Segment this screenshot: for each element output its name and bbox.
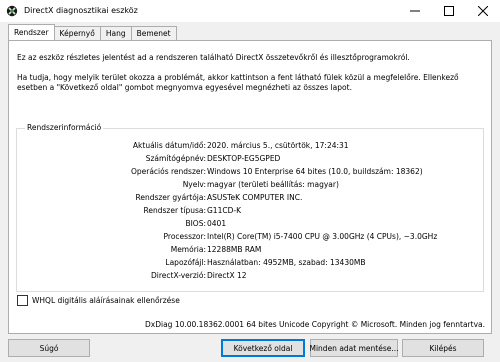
info-row: BIOS: 0401 [17, 219, 483, 229]
minimize-icon [410, 10, 420, 12]
whql-checkbox-row[interactable]: WHQL digitális aláírásainak ellenőrzése [17, 295, 180, 306]
title-bar: DirectX diagnosztikai eszköz [0, 0, 500, 22]
system-info-title: Rendszerinformáció [25, 123, 104, 132]
whql-checkbox[interactable] [17, 295, 28, 306]
directx-app-icon [6, 5, 18, 17]
help-button[interactable]: Súgó [8, 339, 90, 357]
info-row: Rendszer gyártója: ASUSTeK COMPUTER INC. [17, 193, 483, 203]
info-label: DirectX-verzió: [151, 271, 206, 280]
info-row: Processzor: Intel(R) Core(TM) i5-7400 CP… [17, 232, 483, 242]
info-row: DirectX-verzió: DirectX 12 [17, 271, 483, 281]
info-value: 12288MB RAM [207, 245, 262, 254]
info-value: Windows 10 Enterprise 64 bites (10.0, bu… [207, 167, 423, 176]
info-label: BIOS: [185, 219, 206, 228]
tab-rendszer[interactable]: Rendszer [8, 24, 55, 40]
close-icon [478, 6, 488, 16]
info-row: Számítógépnév: DESKTOP-EG5GPED [17, 154, 483, 164]
info-row: Operációs rendszer: Windows 10 Enterpris… [17, 167, 483, 177]
info-label: Rendszer gyártója: [135, 193, 206, 202]
instructions-text: Ha tudja, hogy melyik terület okozza a p… [17, 73, 459, 92]
tab-bemenet[interactable]: Bemenet [130, 26, 177, 40]
close-button[interactable] [466, 0, 500, 22]
info-label: Operációs rendszer: [130, 167, 206, 176]
info-label: Nyelv: [182, 180, 206, 189]
intro-text: Ez az eszköz részletes jelentést ad a re… [17, 53, 410, 62]
info-value: DirectX 12 [207, 271, 247, 280]
info-row: Lapozófájl: Használatban: 4952MB, szabad… [17, 258, 483, 268]
info-label: Számítógépnév: [145, 154, 206, 163]
exit-button[interactable]: Kilépés [402, 339, 484, 357]
maximize-icon [444, 6, 454, 16]
info-value: G11CD-K [207, 206, 241, 215]
info-label: Rendszer típusa: [143, 206, 207, 215]
whql-label: WHQL digitális aláírásainak ellenőrzése [32, 296, 180, 305]
info-row: Aktuális dátum/idő: 2020. március 5., cs… [17, 141, 483, 151]
system-info-group: Rendszerinformáció Aktuális dátum/idő: 2… [16, 123, 484, 292]
info-label: Processzor: [163, 232, 206, 241]
window-title: DirectX diagnosztikai eszköz [24, 6, 138, 15]
tab-hang[interactable]: Hang [99, 26, 132, 40]
copyright-text: DxDiag 10.00.18362.0001 64 bites Unicode… [145, 320, 485, 329]
info-row: Rendszer típusa: G11CD-K [17, 206, 483, 216]
info-value: DESKTOP-EG5GPED [207, 154, 281, 163]
info-row: Memória: 12288MB RAM [17, 245, 483, 255]
maximize-button[interactable] [432, 0, 466, 22]
info-label: Lapozófájl: [165, 258, 206, 267]
info-value: Intel(R) Core(TM) i5-7400 CPU @ 3.00GHz … [207, 232, 438, 241]
save-all-button[interactable]: Minden adat mentése... [310, 339, 399, 357]
info-value: 2020. március 5., csütörtök, 17:24:31 [207, 141, 349, 150]
info-label: Aktuális dátum/idő: [132, 141, 206, 150]
info-value: Használatban: 4952MB, szabad: 13430MB [207, 258, 366, 267]
info-value: magyar (területi beállítás: magyar) [207, 180, 339, 189]
info-value: ASUSTeK COMPUTER INC. [207, 193, 303, 202]
minimize-button[interactable] [398, 0, 432, 22]
info-value: 0401 [207, 219, 227, 228]
next-page-button[interactable]: Következő oldal [221, 339, 305, 357]
tab-kepernyo[interactable]: Képernyő [53, 26, 101, 40]
info-row: Nyelv: magyar (területi beállítás: magya… [17, 180, 483, 190]
info-label: Memória: [170, 245, 206, 254]
tab-panel: Ez az eszköz részletes jelentést ad a re… [8, 40, 492, 334]
tab-strip: Rendszer Képernyő Hang Bemenet [8, 24, 177, 40]
